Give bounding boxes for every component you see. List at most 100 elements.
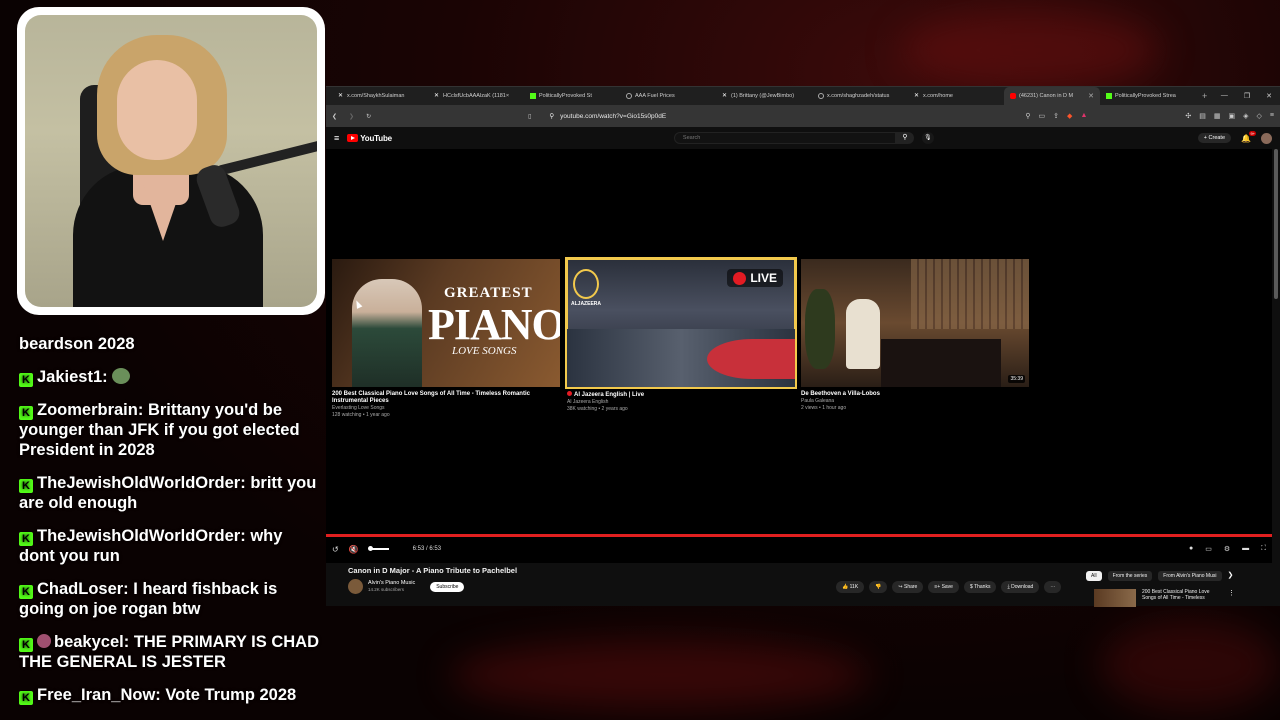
- volume-slider[interactable]: [367, 546, 389, 551]
- video-thumbnail[interactable]: GREATEST PIANO LOVE SONGS: [332, 259, 560, 387]
- bookmark-icon[interactable]: ▯: [528, 113, 531, 120]
- shield-icon[interactable]: ◇: [1257, 112, 1262, 120]
- search-input[interactable]: Search: [673, 132, 896, 144]
- action-buttons: 👍 11K 👎 ↪ Share ≡+ Save $ Thanks ⤓ Downl…: [836, 581, 1062, 593]
- rec-title[interactable]: 200 Best Classical Piano Love Songs of A…: [1142, 589, 1222, 607]
- endcard-title[interactable]: 200 Best Classical Piano Love Songs of A…: [332, 391, 560, 405]
- chat-message: K TheJewishOldWorldOrder: why dont you ru…: [19, 526, 319, 566]
- chevron-right-icon[interactable]: ❯: [1228, 571, 1234, 581]
- subscribe-button[interactable]: Subscribe: [430, 581, 465, 592]
- bell-icon[interactable]: 🔔 9+: [1241, 130, 1256, 143]
- restore-icon[interactable]: ❐: [1244, 92, 1250, 100]
- site-info-icon[interactable]: ⚲: [549, 112, 554, 120]
- tab[interactable]: ✕ HCclsfUcbAAAlzaK (1181×: [428, 87, 524, 105]
- share-icon[interactable]: ⇪: [1053, 112, 1059, 120]
- tab[interactable]: ✕ x.com/ShaykhSulaiman: [332, 87, 428, 105]
- mic-arm: [215, 139, 317, 177]
- live-badge: LIVE: [727, 269, 783, 287]
- autoplay-toggle-icon[interactable]: ●: [1189, 545, 1193, 553]
- like-button[interactable]: 👍 11K: [836, 581, 865, 593]
- channel-avatar[interactable]: [348, 579, 363, 594]
- sidebar-icon[interactable]: ▤: [1199, 112, 1206, 120]
- address-bar[interactable]: ⚲ youtube.com/watch?v=Gio15s0p0dE: [545, 109, 975, 123]
- rec-thumbnail[interactable]: [1094, 589, 1136, 607]
- screen-icon[interactable]: ▭: [1039, 112, 1046, 120]
- tab[interactable]: PoliticallyProvoked St: [524, 87, 620, 105]
- hamburger-icon[interactable]: ≡: [334, 133, 339, 143]
- close-tab-icon[interactable]: ✕: [1088, 92, 1094, 100]
- mic-icon[interactable]: 🎙: [921, 132, 934, 144]
- tab-label: AAA Fuel Prices: [635, 93, 675, 99]
- new-tab-button[interactable]: +: [1196, 91, 1207, 101]
- thanks-button[interactable]: $ Thanks: [963, 581, 997, 593]
- chip-all[interactable]: All: [1086, 571, 1102, 581]
- volume-muted-icon[interactable]: 🔇: [349, 545, 359, 554]
- video-player[interactable]: GREATEST PIANO LOVE SONGS 200 Best Class…: [326, 149, 1272, 563]
- back-icon[interactable]: ❮: [332, 113, 337, 120]
- channel-name[interactable]: Alvin's Piano Music: [368, 580, 415, 587]
- close-window-icon[interactable]: ✕: [1266, 92, 1272, 100]
- share-button[interactable]: ↪ Share: [892, 581, 924, 593]
- forward-icon[interactable]: ❯: [349, 113, 354, 120]
- extensions-icon[interactable]: ✣: [1185, 112, 1191, 120]
- tab-bar: ✕ x.com/ShaykhSulaiman ✕ HCclsfUcbAAAlzaK …: [326, 87, 1280, 105]
- chat-message: Kbeakycel: THE PRIMARY IS CHAD THE GENER…: [19, 632, 319, 672]
- wallet-icon[interactable]: ▣: [1229, 112, 1236, 120]
- vpn-icon[interactable]: ◈: [1243, 112, 1248, 120]
- share-icon: ↪: [898, 584, 903, 590]
- tab[interactable]: ✕ x.com/home: [908, 87, 1004, 105]
- theater-mode-icon[interactable]: ▬: [1242, 545, 1249, 553]
- aljazeera-logo-text: ALJAZEERA: [571, 301, 602, 307]
- endscreen-card[interactable]: ALJAZEERA LIVE Al Jazeera English | Live…: [565, 257, 797, 413]
- tab-active[interactable]: (46231) Canon in D M ✕: [1004, 87, 1100, 105]
- endcard-meta: 128 watching • 1 year ago: [332, 412, 390, 418]
- tab[interactable]: x.com/shaghzadeh/status: [812, 87, 908, 105]
- endscreen-card[interactable]: GREATEST PIANO LOVE SONGS 200 Best Class…: [332, 259, 560, 419]
- avatar[interactable]: [1261, 132, 1272, 144]
- replay-icon[interactable]: ↺: [332, 545, 339, 554]
- recommended-video[interactable]: 200 Best Classical Piano Love Songs of A…: [1094, 589, 1235, 607]
- chat-user: Free_Iran_Now:: [37, 686, 161, 704]
- background-splatter: [900, 10, 1160, 90]
- chip-from-series[interactable]: From the series: [1107, 571, 1153, 581]
- thumbs-down-icon: 👎: [875, 584, 882, 590]
- chip-from-channel[interactable]: From Alvin's Piano Musi: [1158, 571, 1222, 581]
- create-button[interactable]: + Create: [1197, 133, 1232, 143]
- save-button[interactable]: ≡+ Save: [928, 581, 959, 593]
- tabs-icon[interactable]: ▦: [1214, 112, 1221, 120]
- more-actions-button[interactable]: ⋯: [1044, 581, 1062, 593]
- brave-shield-icon[interactable]: ◆: [1067, 112, 1072, 120]
- tab[interactable]: ✕ (1) Brittany (@JewBimbo): [716, 87, 812, 105]
- youtube-logo[interactable]: YouTube: [347, 134, 392, 143]
- menu-icon[interactable]: ≡: [1270, 112, 1274, 120]
- browser-window: ✕ x.com/ShaykhSulaiman ✕ HCclsfUcbAAAlzaK …: [326, 86, 1280, 607]
- chat-message: beardson 2028: [19, 334, 319, 354]
- fullscreen-icon[interactable]: ⛶: [1261, 545, 1266, 553]
- download-button[interactable]: ⤓ Download: [1001, 581, 1040, 593]
- video-thumbnail[interactable]: 35:39: [801, 259, 1029, 387]
- endcard-title-text: Al Jazeera English | Live: [574, 392, 645, 398]
- rewards-icon[interactable]: ▲: [1080, 112, 1087, 120]
- endscreen-card[interactable]: 35:39 De Beethoven a Villa-Lobos Paula G…: [801, 259, 1029, 412]
- endcard-title[interactable]: De Beethoven a Villa-Lobos: [801, 391, 1029, 398]
- search-icon[interactable]: ⚲: [895, 132, 914, 144]
- video-thumbnail[interactable]: ALJAZEERA LIVE: [565, 257, 797, 389]
- scrollbar[interactable]: [1274, 149, 1278, 299]
- zoom-icon[interactable]: ⚲: [1025, 112, 1030, 120]
- live-indicator-icon: [567, 391, 572, 396]
- tab[interactable]: AAA Fuel Prices: [620, 87, 716, 105]
- endcard-title[interactable]: Al Jazeera English | Live: [567, 391, 795, 399]
- subtitles-icon[interactable]: ▭: [1205, 545, 1212, 553]
- channel-info: Alvin's Piano Music 14.2K subscribers: [368, 580, 415, 593]
- progress-bar[interactable]: [326, 534, 1272, 537]
- tab[interactable]: PoliticallyProvoked Strea: [1100, 87, 1196, 105]
- minimize-icon[interactable]: —: [1221, 92, 1228, 100]
- chat-user: TheJewishOldWorldOrder:: [37, 527, 246, 545]
- x-icon: ✕: [338, 93, 344, 99]
- share-label: Share: [903, 584, 918, 590]
- settings-gear-icon[interactable]: ⚙: [1224, 545, 1230, 553]
- reload-icon[interactable]: ↻: [366, 113, 371, 120]
- kick-badge-icon: K: [19, 373, 33, 387]
- rec-more-icon[interactable]: ⋮: [1228, 589, 1235, 607]
- dislike-button[interactable]: 👎: [869, 581, 888, 593]
